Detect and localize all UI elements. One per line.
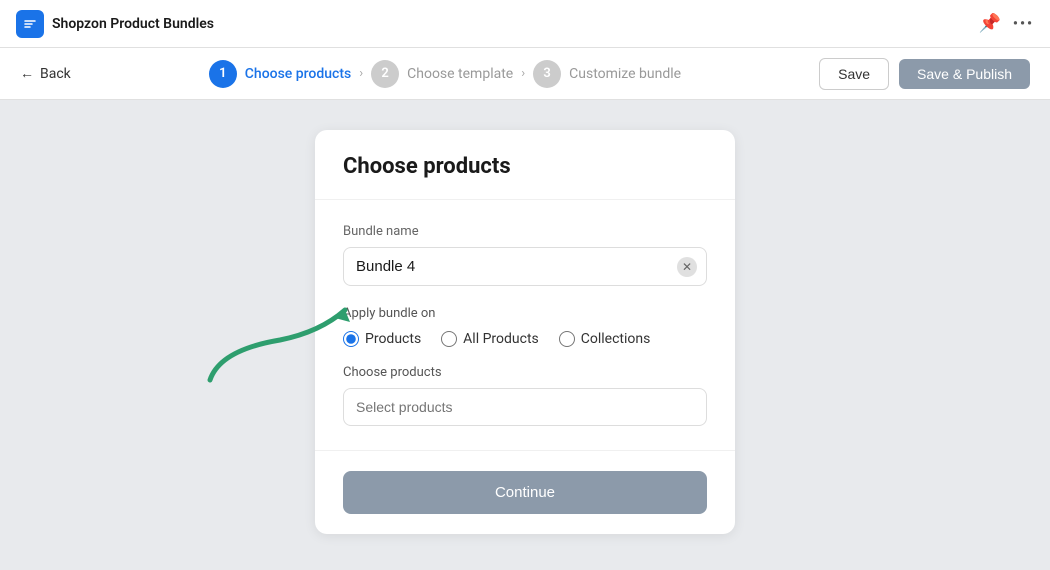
card-title: Choose products [343, 154, 707, 179]
header-bar: ← Back 1 Choose products › 2 Choose temp… [0, 48, 1050, 100]
save-button[interactable]: Save [819, 58, 889, 90]
back-arrow-icon: ← [20, 65, 34, 82]
step-3-circle: 3 [533, 60, 561, 88]
card-footer: Continue [315, 451, 735, 534]
header-actions: Save Save & Publish [819, 58, 1030, 90]
bundle-name-label: Bundle name [343, 224, 707, 239]
radio-collections-label: Collections [581, 331, 651, 347]
stepper: 1 Choose products › 2 Choose template › … [91, 60, 799, 88]
radio-collections[interactable]: Collections [559, 331, 651, 347]
continue-button[interactable]: Continue [343, 471, 707, 514]
radio-all-products[interactable]: All Products [441, 331, 539, 347]
back-button[interactable]: ← Back [20, 65, 71, 82]
select-products-input[interactable] [343, 388, 707, 426]
step-2: 2 Choose template [371, 60, 513, 88]
more-icon[interactable]: ••• [1013, 16, 1034, 32]
main-content: Choose products Bundle name ✕ Apply bund… [0, 100, 1050, 564]
topbar: Shopzon Product Bundles 📌 ••• [0, 0, 1050, 48]
radio-group: Products All Products Collections [343, 331, 707, 347]
radio-all-products-label: All Products [463, 331, 539, 347]
back-label: Back [40, 66, 71, 82]
step-1: 1 Choose products [209, 60, 351, 88]
step-arrow-1: › [359, 66, 363, 81]
radio-products-input[interactable] [343, 331, 359, 347]
bundle-name-wrapper: ✕ [343, 247, 707, 286]
step-arrow-2: › [521, 66, 525, 81]
radio-all-products-input[interactable] [441, 331, 457, 347]
radio-products[interactable]: Products [343, 331, 421, 347]
bundle-name-clear-button[interactable]: ✕ [677, 257, 697, 277]
apply-bundle-label: Apply bundle on [343, 306, 707, 321]
choose-products-card: Choose products Bundle name ✕ Apply bund… [315, 130, 735, 534]
save-publish-button[interactable]: Save & Publish [899, 59, 1030, 89]
brand-logo [16, 10, 44, 38]
radio-products-label: Products [365, 331, 421, 347]
step-1-circle: 1 [209, 60, 237, 88]
pin-icon[interactable]: 📌 [978, 13, 1000, 34]
brand-title: Shopzon Product Bundles [52, 16, 214, 32]
radio-collections-input[interactable] [559, 331, 575, 347]
step-1-label: Choose products [245, 66, 351, 82]
step-3-label: Customize bundle [569, 66, 681, 82]
step-2-circle: 2 [371, 60, 399, 88]
choose-products-label: Choose products [343, 365, 707, 380]
bundle-name-input[interactable] [343, 247, 707, 286]
step-3: 3 Customize bundle [533, 60, 681, 88]
clear-icon: ✕ [682, 260, 692, 274]
topbar-actions: 📌 ••• [978, 13, 1034, 34]
card-body: Bundle name ✕ Apply bundle on Products A… [315, 200, 735, 451]
card-header: Choose products [315, 130, 735, 200]
step-2-label: Choose template [407, 66, 513, 82]
brand: Shopzon Product Bundles [16, 10, 214, 38]
